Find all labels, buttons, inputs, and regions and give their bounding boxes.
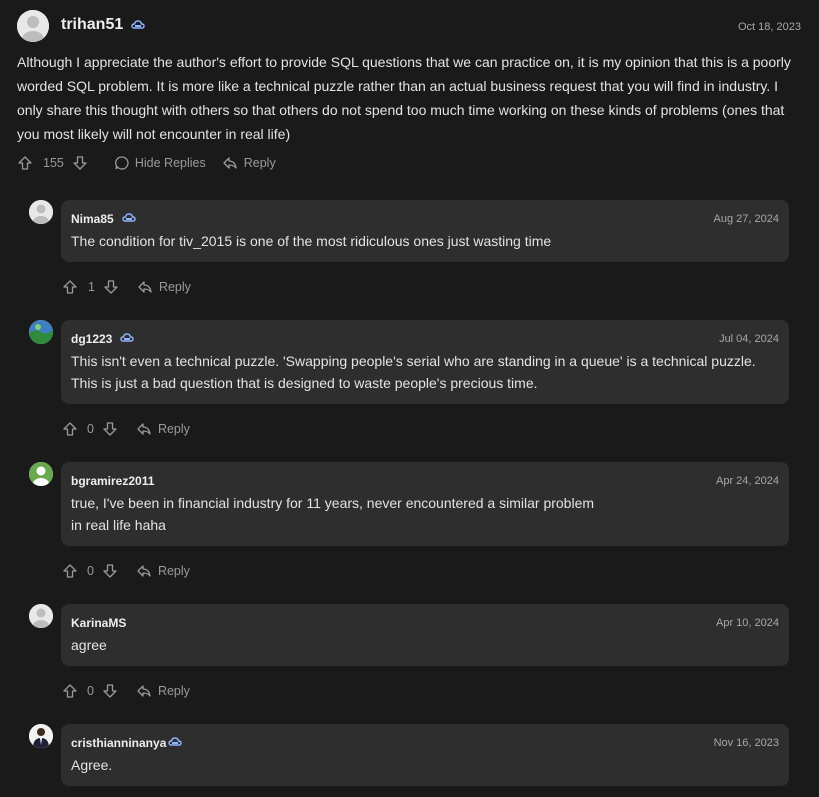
reply-username[interactable]: cristhianninanya (71, 736, 166, 750)
downvote-icon[interactable] (102, 421, 118, 437)
avatar[interactable] (29, 462, 53, 486)
comment-actions: 155 Hide Replies Reply (17, 155, 276, 171)
reply-date: Jul 04, 2024 (719, 333, 779, 345)
reply-icon[interactable] (137, 279, 153, 295)
cloud-badge-icon (122, 211, 136, 225)
cloud-badge-icon (168, 735, 182, 749)
reply-actions: 0 Reply (62, 563, 190, 579)
upvote-icon[interactable] (62, 683, 78, 699)
reply-icon[interactable] (136, 421, 152, 437)
reply-actions: 0 Reply (62, 421, 190, 437)
reply-date: Nov 16, 2023 (713, 737, 779, 749)
reply-username[interactable]: dg1223 (71, 332, 112, 346)
reply-date: Apr 10, 2024 (716, 617, 779, 629)
upvote-icon[interactable] (17, 155, 33, 171)
downvote-icon[interactable] (72, 155, 88, 171)
avatar[interactable] (29, 200, 53, 224)
reply-actions: 0 Reply (62, 683, 190, 699)
comment-bubble-icon[interactable] (114, 155, 130, 171)
comment-date: Oct 18, 2023 (738, 21, 801, 33)
reply-button[interactable]: Reply (158, 422, 190, 436)
vote-count: 155 (43, 156, 64, 170)
avatar[interactable] (29, 604, 53, 628)
reply-text: agree (71, 637, 107, 653)
reply-username[interactable]: KarinaMS (71, 616, 126, 630)
reply-icon[interactable] (136, 683, 152, 699)
reply-text: This isn't even a technical puzzle. 'Swa… (71, 353, 756, 391)
vote-count: 1 (88, 280, 95, 294)
reply-text-line-2: in real life haha (71, 517, 166, 533)
reply-text: Agree. (71, 757, 113, 773)
downvote-icon[interactable] (102, 563, 118, 579)
reply-date: Aug 27, 2024 (713, 213, 779, 225)
reply-text-line-1: true, I've been in financial industry fo… (71, 495, 595, 511)
upvote-icon[interactable] (62, 563, 78, 579)
downvote-icon[interactable] (103, 279, 119, 295)
comment-text: Although I appreciate the author's effor… (17, 54, 791, 142)
reply-button[interactable]: Reply (244, 156, 276, 170)
cloud-badge-icon (120, 331, 134, 345)
reply-icon[interactable] (136, 563, 152, 579)
reply-button[interactable]: Reply (158, 684, 190, 698)
reply-text: The condition for tiv_2015 is one of the… (71, 233, 552, 249)
vote-count: 0 (87, 422, 94, 436)
reply-button[interactable]: Reply (159, 280, 191, 294)
upvote-icon[interactable] (62, 279, 78, 295)
reply-icon[interactable] (222, 155, 238, 171)
username[interactable]: trihan51 (61, 16, 123, 34)
reply-button[interactable]: Reply (158, 564, 190, 578)
vote-count: 0 (87, 684, 94, 698)
downvote-icon[interactable] (102, 683, 118, 699)
hide-replies-button[interactable]: Hide Replies (135, 156, 206, 170)
reply-username[interactable]: bgramirez2011 (71, 474, 154, 488)
reply-date: Apr 24, 2024 (716, 475, 779, 487)
avatar[interactable] (29, 724, 53, 748)
vote-count: 0 (87, 564, 94, 578)
reply-username[interactable]: Nima85 (71, 212, 114, 226)
reply-actions: 1 Reply (62, 279, 191, 295)
cloud-badge-icon (131, 18, 145, 32)
avatar[interactable] (17, 10, 49, 42)
upvote-icon[interactable] (62, 421, 78, 437)
avatar[interactable] (29, 320, 53, 344)
